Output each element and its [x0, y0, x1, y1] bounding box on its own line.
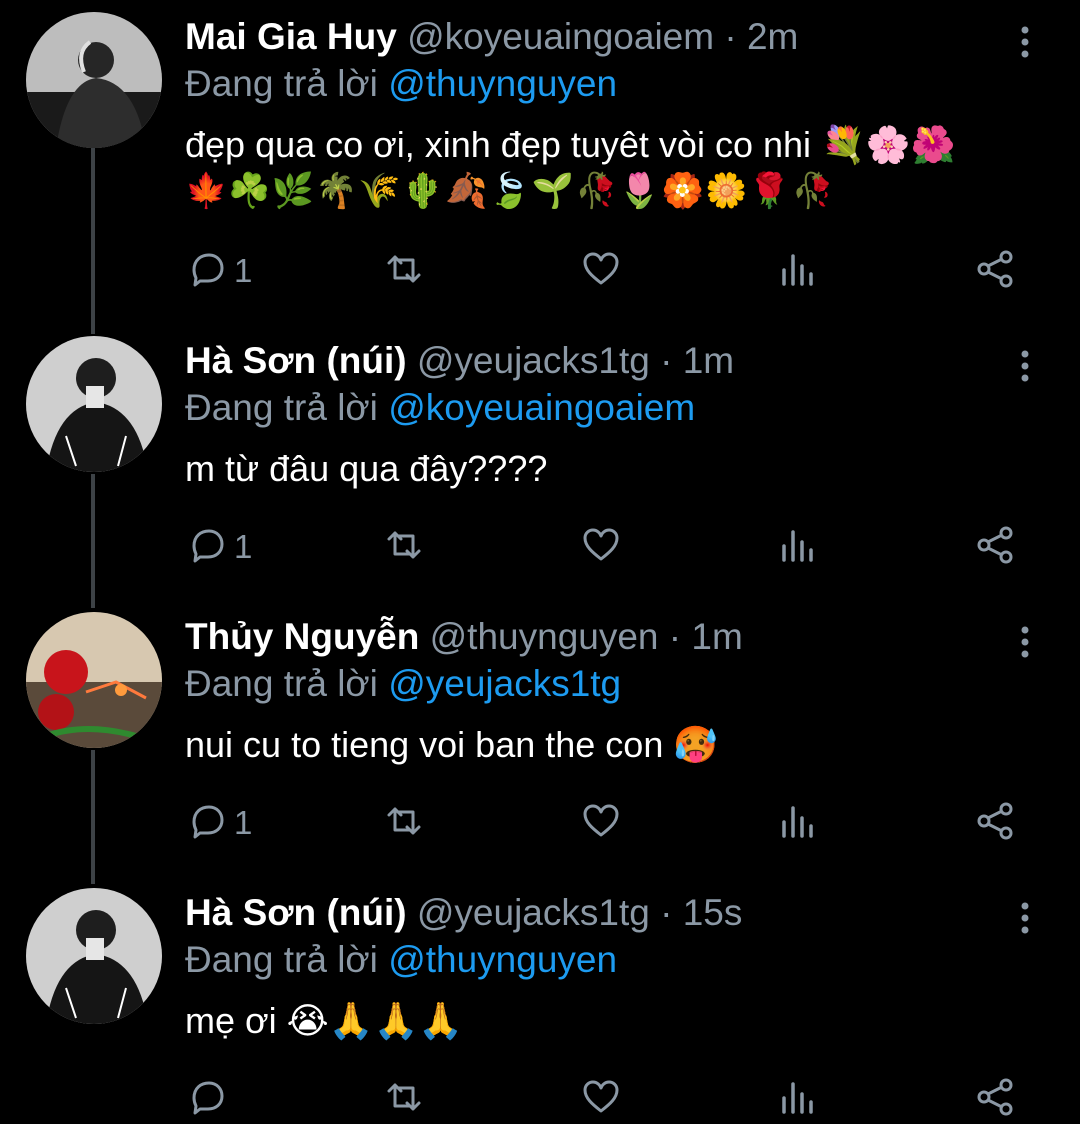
views-button[interactable]: [777, 1074, 819, 1124]
views-button[interactable]: [777, 798, 819, 848]
tweet-header: Hà Sơn (núi) @yeujacks1tg · 1m: [185, 336, 734, 386]
retweet-button[interactable]: [383, 522, 425, 572]
like-button[interactable]: [580, 522, 622, 572]
replying-prefix: Đang trả lời: [185, 663, 378, 704]
tweet-text-line: m từ đâu qua đây????: [185, 448, 548, 489]
user-handle[interactable]: @thuynguyen: [430, 616, 659, 657]
separator: ·: [724, 16, 737, 57]
share-icon: [974, 524, 1016, 571]
mention-link[interactable]: @thuynguyen: [388, 939, 617, 980]
analytics-icon: [777, 800, 819, 847]
heart-icon: [580, 524, 622, 571]
avatar[interactable]: [26, 336, 162, 472]
timestamp[interactable]: 1m: [691, 616, 742, 657]
user-handle[interactable]: @yeujacks1tg: [417, 340, 650, 381]
timestamp[interactable]: 2m: [747, 16, 798, 57]
separator: ·: [660, 892, 673, 933]
like-button[interactable]: [580, 246, 622, 296]
mention-link[interactable]: @koyeuaingoaiem: [388, 387, 695, 428]
more-vertical-icon[interactable]: [1010, 898, 1040, 938]
replying-to: Đang trả lời @thuynguyen: [185, 935, 617, 985]
tweet-text: mẹ ơi 😭🙏🙏🙏: [185, 998, 1045, 1044]
tweet-actions: 1: [0, 522, 1080, 572]
retweet-icon: [383, 248, 425, 295]
replying-prefix: Đang trả lời: [185, 939, 378, 980]
timestamp[interactable]: 1m: [683, 340, 734, 381]
reply-icon: [186, 248, 228, 295]
heart-icon: [580, 248, 622, 295]
retweet-icon: [383, 1076, 425, 1123]
user-handle[interactable]: @yeujacks1tg: [417, 892, 650, 933]
mention-link[interactable]: @yeujacks1tg: [388, 663, 621, 704]
reply-count: 1: [234, 804, 253, 841]
tweet-text-line: đẹp qua co ơi, xinh đẹp tuyêt vòi co nhi…: [185, 124, 956, 165]
share-button[interactable]: [974, 798, 1016, 848]
user-handle[interactable]: @koyeuaingoaiem: [407, 16, 714, 57]
timestamp[interactable]: 15s: [683, 892, 743, 933]
reply-button[interactable]: 1: [186, 246, 252, 296]
reply-button[interactable]: [186, 1074, 234, 1124]
analytics-icon: [777, 248, 819, 295]
share-icon: [974, 248, 1016, 295]
reply-count: 1: [234, 528, 253, 565]
reply-button[interactable]: 1: [186, 522, 252, 572]
analytics-icon: [777, 1076, 819, 1123]
display-name[interactable]: Hà Sơn (núi): [185, 340, 407, 381]
avatar[interactable]: [26, 612, 162, 748]
reply-icon: [186, 800, 228, 847]
separator: ·: [660, 340, 673, 381]
reply-button[interactable]: 1: [186, 798, 252, 848]
tweet-text: nui cu to tieng voi ban the con 🥵: [185, 722, 1045, 768]
analytics-icon: [777, 524, 819, 571]
views-button[interactable]: [777, 246, 819, 296]
share-icon: [974, 800, 1016, 847]
tweet-actions: [0, 1074, 1080, 1124]
tweet-text: m từ đâu qua đây????: [185, 446, 1045, 492]
tweet-header: Mai Gia Huy @koyeuaingoaiem · 2m: [185, 12, 798, 62]
separator: ·: [668, 616, 682, 657]
replying-to: Đang trả lời @thuynguyen: [185, 59, 617, 109]
tweet-actions: 1: [0, 246, 1080, 296]
replying-to: Đang trả lời @yeujacks1tg: [185, 659, 621, 709]
heart-icon: [580, 800, 622, 847]
tweet-emoji-line: 🍁☘️🌿🌴🌾🌵🍂🍃🌱🥀🌷🏵️🌼🌹🥀: [185, 172, 836, 210]
share-button[interactable]: [974, 1074, 1016, 1124]
more-vertical-icon[interactable]: [1010, 622, 1040, 662]
thread-line: [91, 148, 95, 334]
reply-icon: [186, 1076, 228, 1123]
replying-to: Đang trả lời @koyeuaingoaiem: [185, 383, 695, 433]
tweet-text-line: mẹ ơi 😭🙏🙏🙏: [185, 1000, 464, 1041]
tweet-text-line: nui cu to tieng voi ban the con 🥵: [185, 724, 719, 765]
share-button[interactable]: [974, 246, 1016, 296]
retweet-button[interactable]: [383, 798, 425, 848]
mention-link[interactable]: @thuynguyen: [388, 63, 617, 104]
tweet-actions: 1: [0, 798, 1080, 848]
retweet-button[interactable]: [383, 1074, 425, 1124]
more-vertical-icon[interactable]: [1010, 22, 1040, 62]
share-icon: [974, 1076, 1016, 1123]
tweet-text: đẹp qua co ơi, xinh đẹp tuyêt vòi co nhi…: [185, 122, 1045, 214]
retweet-button[interactable]: [383, 246, 425, 296]
share-button[interactable]: [974, 522, 1016, 572]
replying-prefix: Đang trả lời: [185, 387, 378, 428]
avatar[interactable]: [26, 12, 162, 148]
avatar[interactable]: [26, 888, 162, 1024]
more-vertical-icon[interactable]: [1010, 346, 1040, 386]
like-button[interactable]: [580, 798, 622, 848]
replying-prefix: Đang trả lời: [185, 63, 378, 104]
reply-icon: [186, 524, 228, 571]
retweet-icon: [383, 524, 425, 571]
views-button[interactable]: [777, 522, 819, 572]
display-name[interactable]: Thủy Nguyễn: [185, 616, 419, 657]
retweet-icon: [383, 800, 425, 847]
heart-icon: [580, 1076, 622, 1123]
display-name[interactable]: Mai Gia Huy: [185, 16, 397, 57]
tweet-header: Thủy Nguyễn @thuynguyen · 1m: [185, 612, 743, 662]
reply-count: 1: [234, 252, 253, 289]
tweet-header: Hà Sơn (núi) @yeujacks1tg · 15s: [185, 888, 742, 938]
like-button[interactable]: [580, 1074, 622, 1124]
display-name[interactable]: Hà Sơn (núi): [185, 892, 407, 933]
